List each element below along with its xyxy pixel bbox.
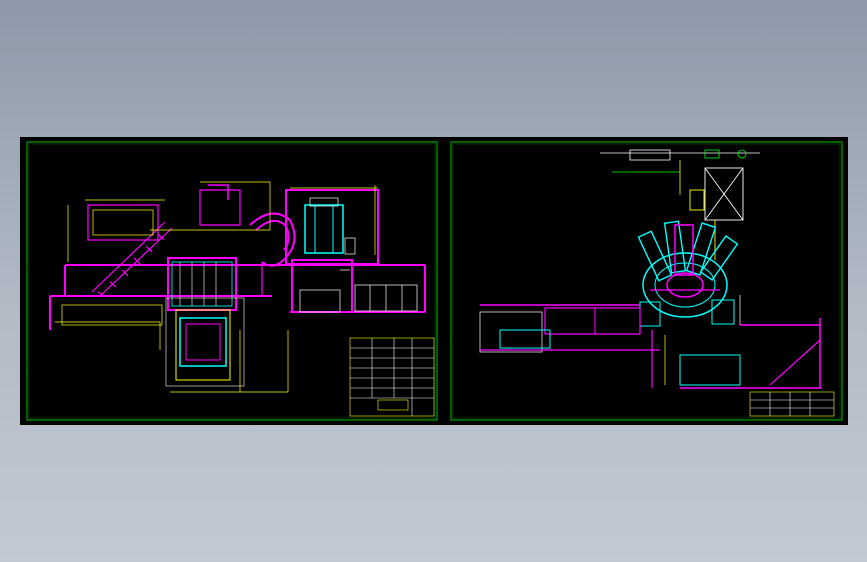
cad-drawing-preview (20, 137, 848, 425)
